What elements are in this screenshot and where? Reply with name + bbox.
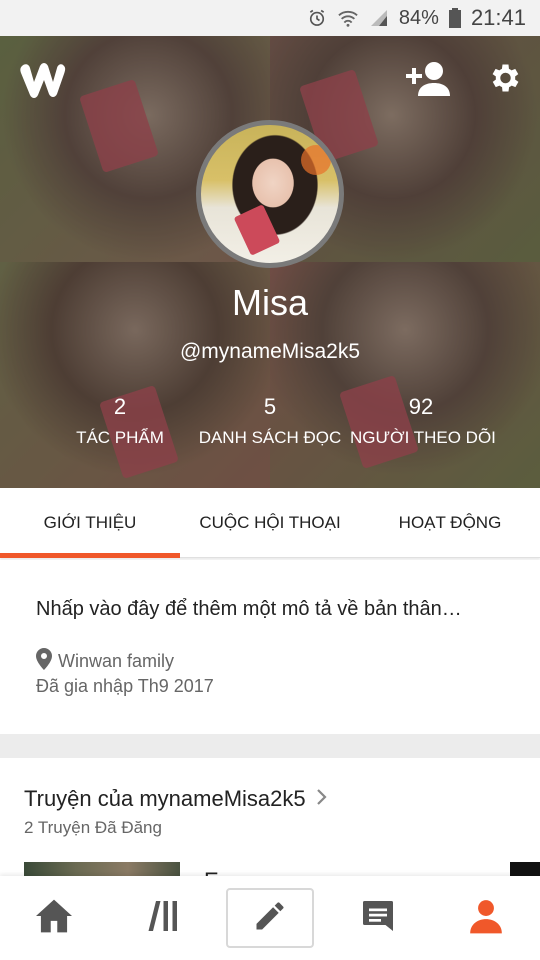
location-text: Winwan family: [58, 651, 175, 671]
bottom-nav: [0, 876, 540, 960]
stat-label: DANH SÁCH ĐỌC: [198, 428, 342, 447]
profile-header: Misa @mynameMisa2k5 2 TÁC PHẨM 5 DANH SÁ…: [0, 36, 540, 488]
stat-followers[interactable]: 92 NGƯỜI THEO DÕI: [350, 394, 496, 448]
profile-icon: [466, 897, 506, 940]
about-section: Nhấp vào đây để thêm một mô tả về bản th…: [0, 560, 540, 734]
stat-label: TÁC PHẨM: [76, 428, 164, 447]
add-user-icon[interactable]: [406, 60, 452, 98]
stat-value: 5: [263, 394, 277, 419]
clock: 21:41: [470, 5, 526, 30]
wifi-icon: [337, 8, 359, 28]
nav-library[interactable]: [108, 876, 216, 960]
stories-header[interactable]: Truyện của mynameMisa2k5: [24, 786, 328, 812]
nav-messages[interactable]: [324, 876, 432, 960]
tab-activity[interactable]: HOẠT ĐỘNG: [360, 488, 540, 557]
nav-home[interactable]: [0, 876, 108, 960]
location-pin-icon: [36, 648, 52, 675]
description-placeholder[interactable]: Nhấp vào đây để thêm một mô tả về bản th…: [36, 598, 462, 621]
stat-value: 92: [408, 394, 434, 419]
display-name: Misa: [231, 282, 308, 323]
tab-conversations[interactable]: CUỘC HỘI THOẠI: [180, 488, 360, 557]
status-bar: 84% 21:41: [0, 0, 540, 36]
stories-title: Truyện của mynameMisa2k5: [24, 786, 306, 811]
joined-date: Đã gia nhập Th9 2017: [36, 676, 214, 696]
nav-write[interactable]: [216, 876, 324, 960]
stat-works[interactable]: 2 TÁC PHẨM: [70, 394, 170, 448]
messages-icon: [359, 898, 397, 939]
profile-tabs: GIỚI THIỆU CUỘC HỘI THOẠI HOẠT ĐỘNG: [0, 488, 540, 558]
location-row: Winwan family: [36, 648, 174, 675]
gear-icon[interactable]: [486, 60, 522, 96]
chevron-right-icon: [316, 788, 328, 811]
stat-value: 2: [113, 394, 127, 419]
wattpad-logo-icon[interactable]: [18, 58, 66, 98]
nav-profile[interactable]: [432, 876, 540, 960]
tab-about[interactable]: GIỚI THIỆU: [0, 488, 180, 558]
alarm-icon: [307, 8, 327, 28]
stat-label: NGƯỜI THEO DÕI: [350, 428, 496, 447]
avatar[interactable]: [196, 120, 344, 268]
stories-section: Truyện của mynameMisa2k5 2 Truyện Đã Đăn…: [0, 758, 540, 878]
stories-count: 2 Truyện Đã Đăng: [24, 818, 162, 837]
battery-percent: 84%: [398, 6, 439, 29]
section-divider: [0, 734, 540, 758]
library-icon: [144, 898, 180, 939]
battery-icon: [448, 8, 461, 28]
stat-reading-lists[interactable]: 5 DANH SÁCH ĐỌC: [195, 394, 345, 448]
signal-icon: [369, 8, 389, 28]
username: @mynameMisa2k5: [179, 340, 361, 363]
home-icon: [34, 898, 74, 939]
